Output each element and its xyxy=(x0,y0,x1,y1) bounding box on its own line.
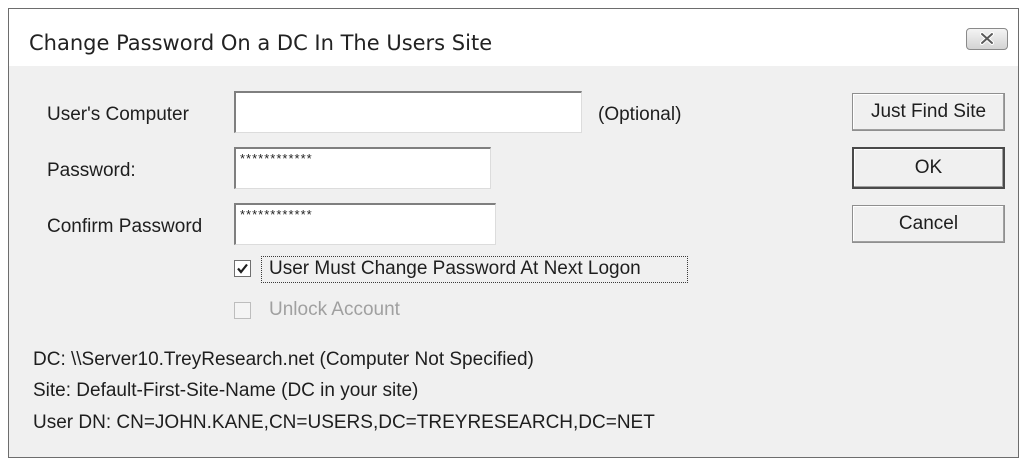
optional-label: (Optional) xyxy=(598,104,682,125)
password-label: Password: xyxy=(47,160,136,181)
close-button[interactable] xyxy=(966,28,1008,50)
must-change-checkbox[interactable] xyxy=(234,260,251,277)
user-dn-info: User DN: CN=JOHN.KANE,CN=USERS,DC=TREYRE… xyxy=(33,412,655,433)
users-computer-label: User's Computer xyxy=(47,104,189,125)
ok-button[interactable]: OK xyxy=(852,147,1005,189)
confirm-password-label: Confirm Password xyxy=(47,216,203,237)
just-find-site-button[interactable]: Just Find Site xyxy=(852,93,1005,131)
dialog-body: User's Computer (Optional) Password: ***… xyxy=(9,66,1018,457)
change-password-dialog: Change Password On a DC In The Users Sit… xyxy=(8,8,1019,458)
unlock-account-checkbox[interactable] xyxy=(234,302,251,319)
must-change-label[interactable]: User Must Change Password At Next Logon xyxy=(269,258,641,280)
cancel-button[interactable]: Cancel xyxy=(852,205,1005,243)
password-field[interactable]: ************ xyxy=(234,147,491,189)
title-bar[interactable]: Change Password On a DC In The Users Sit… xyxy=(9,9,1018,66)
close-icon xyxy=(980,32,994,45)
checkmark-icon xyxy=(237,263,248,274)
users-computer-input[interactable] xyxy=(234,91,582,133)
dc-info: DC: \\Server10.TreyResearch.net (Compute… xyxy=(33,349,534,370)
site-info: Site: Default-First-Site-Name (DC in you… xyxy=(33,380,419,401)
confirm-password-field[interactable]: ************ xyxy=(234,203,496,245)
dialog-title: Change Password On a DC In The Users Sit… xyxy=(29,31,493,55)
unlock-account-label: Unlock Account xyxy=(269,299,400,320)
